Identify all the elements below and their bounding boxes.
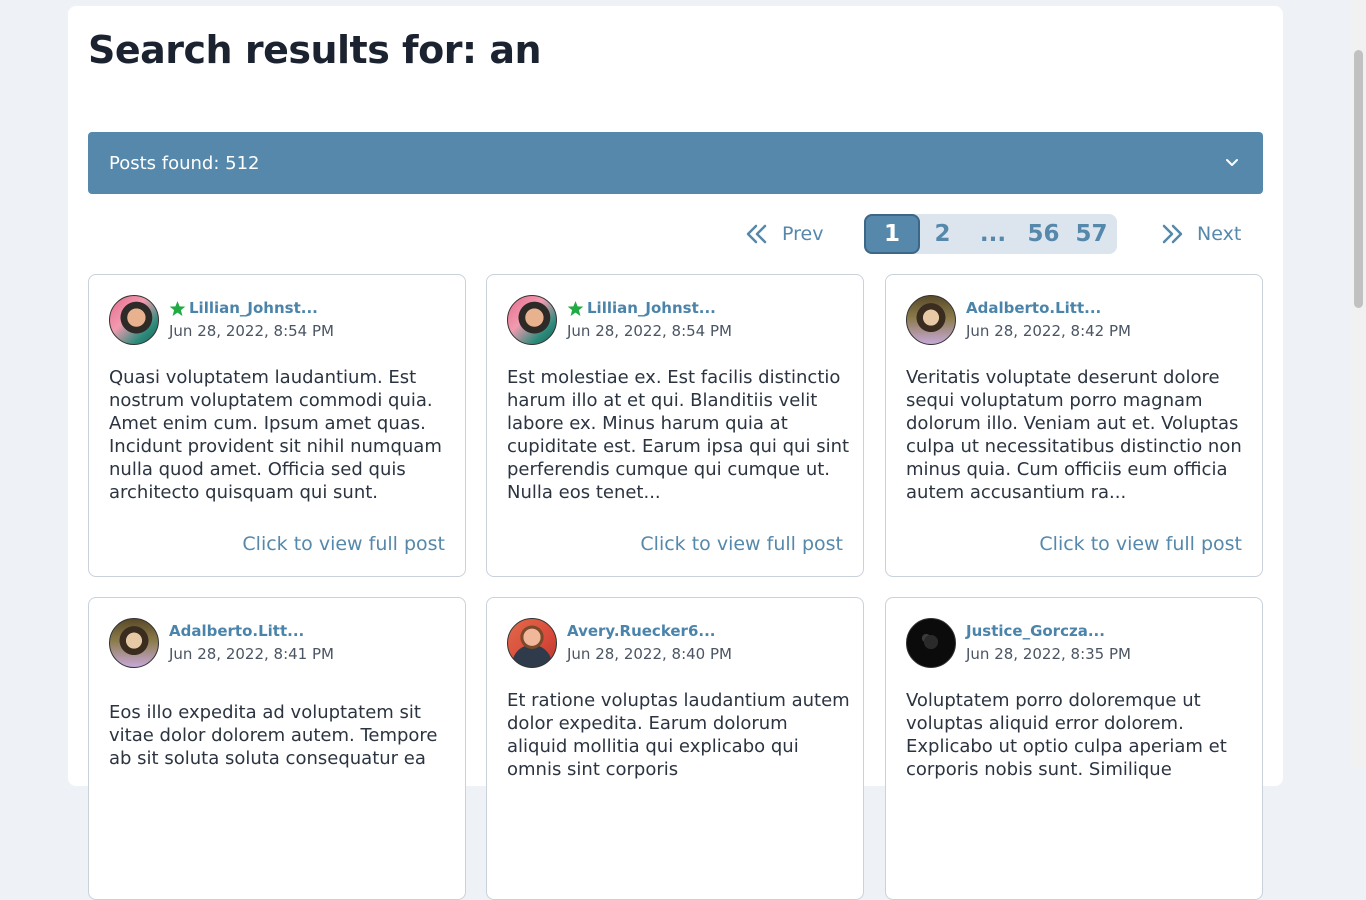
post-excerpt: Quasi voluptatem laudantium. Est nostrum…	[109, 367, 442, 503]
post-card: Lillian_Johnst... Jun 28, 2022, 8:54 PM …	[88, 274, 466, 577]
author-link[interactable]: Justice_Gorcza...	[966, 622, 1105, 640]
post-excerpt: Et ratione voluptas laudantium autem dol…	[507, 690, 850, 780]
next-label: Next	[1197, 223, 1242, 245]
post-excerpt: Voluptatem porro doloremque ut voluptas …	[906, 690, 1227, 780]
chevron-down-icon	[1226, 159, 1238, 166]
author-link[interactable]: Avery.Ruecker6...	[567, 622, 716, 640]
post-excerpt: Est molestiae ex. Est facilis distinctio…	[507, 367, 850, 503]
page-ellipsis: ...	[979, 221, 1007, 247]
author-name: Lillian_Johnst...	[587, 299, 716, 317]
page-2-button[interactable]: 2	[920, 214, 965, 254]
author-name: Adalberto.Litt...	[966, 299, 1102, 317]
post-excerpt: Veritatis voluptate deserunt dolore sequ…	[906, 367, 1242, 503]
post-date: Jun 28, 2022, 8:35 PM	[966, 645, 1131, 663]
star-icon	[567, 300, 584, 316]
post-card: Adalberto.Litt... Jun 28, 2022, 8:41 PM …	[88, 597, 466, 900]
posts-found-label: Posts found: 512	[109, 152, 260, 174]
post-date: Jun 28, 2022, 8:42 PM	[966, 322, 1131, 340]
scrollbar-thumb[interactable]	[1354, 50, 1363, 308]
page-numbers: 1 2 ... 56 57	[864, 214, 1117, 254]
author-name: Adalberto.Litt...	[169, 622, 305, 640]
author-link[interactable]: Adalberto.Litt...	[966, 299, 1101, 317]
author-link[interactable]: Adalberto.Litt...	[169, 622, 304, 640]
author-link[interactable]: Lillian_Johnst...	[567, 299, 716, 317]
avatar[interactable]	[507, 295, 557, 345]
double-chevron-left-icon	[746, 224, 767, 244]
post-card: Justice_Gorcza... Jun 28, 2022, 8:35 PM …	[885, 597, 1263, 900]
author-name: Lillian_Johnst...	[189, 299, 318, 317]
post-excerpt: Eos illo expedita ad voluptatem sit vita…	[109, 702, 438, 769]
next-page-button[interactable]: Next	[1161, 218, 1241, 250]
avatar[interactable]	[906, 618, 956, 668]
pagination: Prev 1 2 ... 56 57 Next	[68, 212, 1283, 256]
prev-label: Prev	[782, 223, 824, 245]
star-icon	[169, 300, 186, 316]
vertical-scrollbar[interactable]	[1351, 0, 1366, 768]
page-title: Search results for: an	[88, 28, 542, 72]
avatar[interactable]	[109, 295, 159, 345]
author-name: Avery.Ruecker6...	[567, 622, 716, 640]
author-name: Justice_Gorcza...	[966, 622, 1105, 640]
view-full-post-link[interactable]: Click to view full post	[640, 533, 843, 555]
post-date: Jun 28, 2022, 8:54 PM	[567, 322, 732, 340]
post-card: Adalberto.Litt... Jun 28, 2022, 8:42 PM …	[885, 274, 1263, 577]
post-date: Jun 28, 2022, 8:54 PM	[169, 322, 334, 340]
page-56-button[interactable]: 56	[1021, 214, 1066, 254]
posts-found-accordion[interactable]: Posts found: 512	[88, 132, 1263, 194]
author-link[interactable]: Lillian_Johnst...	[169, 299, 318, 317]
avatar[interactable]	[906, 295, 956, 345]
avatar[interactable]	[507, 618, 557, 668]
avatar[interactable]	[109, 618, 159, 668]
search-results-page: Search results for: an Posts found: 512 …	[68, 6, 1283, 900]
post-date: Jun 28, 2022, 8:40 PM	[567, 645, 732, 663]
page-1-button[interactable]: 1	[864, 214, 920, 254]
view-full-post-link[interactable]: Click to view full post	[242, 533, 445, 555]
double-chevron-right-icon	[1162, 224, 1183, 244]
view-full-post-link[interactable]: Click to view full post	[1039, 533, 1242, 555]
post-card: Avery.Ruecker6... Jun 28, 2022, 8:40 PM …	[486, 597, 864, 900]
page-57-button[interactable]: 57	[1066, 214, 1117, 254]
post-date: Jun 28, 2022, 8:41 PM	[169, 645, 334, 663]
prev-page-button[interactable]: Prev	[746, 218, 823, 250]
post-card: Lillian_Johnst... Jun 28, 2022, 8:54 PM …	[486, 274, 864, 577]
